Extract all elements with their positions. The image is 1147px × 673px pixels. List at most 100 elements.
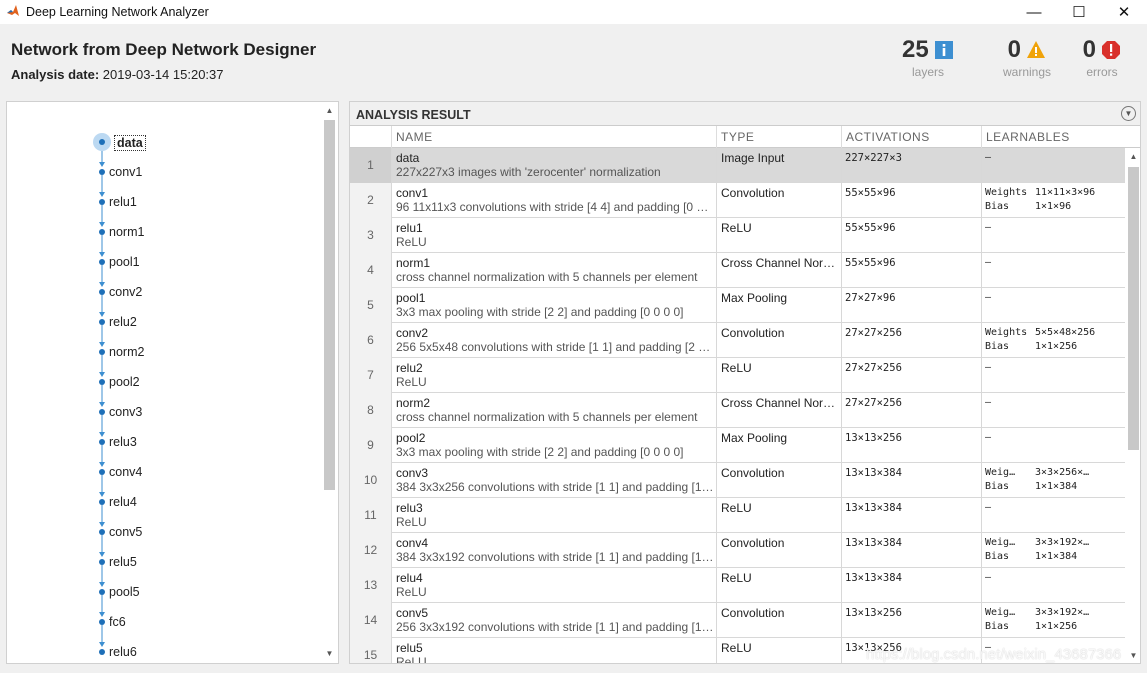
table-row[interactable]: 13 relu4 ReLU ReLU 13×13×384– <box>350 568 1125 603</box>
table-row[interactable]: 14 conv5 256 3x3x192 convolutions with str… <box>350 603 1125 638</box>
table-row[interactable]: 1 data 227x227x3 images with 'zerocenter' … <box>350 148 1125 183</box>
graph-node-conv2[interactable] <box>99 289 105 295</box>
graph-node-label-pool2[interactable]: pool2 <box>109 375 140 389</box>
minimize-button[interactable]: — <box>1011 0 1057 24</box>
graph-node-label-conv1[interactable]: conv1 <box>109 165 142 179</box>
graph-node-label-pool5[interactable]: pool5 <box>109 585 140 599</box>
graph-node-norm2[interactable] <box>99 349 105 355</box>
layer-name-cell: conv4 384 3x3x192 convolutions with strid… <box>391 533 716 568</box>
maximize-button[interactable]: ☐ <box>1056 0 1102 24</box>
column-header-name[interactable]: NAME <box>391 126 716 148</box>
layer-type: Convolution <box>716 533 841 568</box>
graph-node-conv1[interactable] <box>99 169 105 175</box>
info-icon <box>935 41 954 59</box>
network-graph[interactable] <box>7 102 317 664</box>
graph-node-label-relu5[interactable]: relu5 <box>109 555 137 569</box>
graph-node-label-fc6[interactable]: fc6 <box>109 615 126 629</box>
graph-node-pool1[interactable] <box>99 259 105 265</box>
table-scrollbar[interactable]: ▲ ▼ <box>1125 148 1140 663</box>
table-row[interactable]: 4 norm1 cross channel normalization with 5… <box>350 253 1125 288</box>
graph-node-relu3[interactable] <box>99 439 105 445</box>
graph-node-relu4[interactable] <box>99 499 105 505</box>
graph-node-label-relu1[interactable]: relu1 <box>109 195 137 209</box>
graph-node-relu6[interactable] <box>99 649 105 655</box>
layer-description: cross channel normalization with 5 chann… <box>396 270 698 284</box>
table-row[interactable]: 11 relu3 ReLU ReLU 13×13×384– <box>350 498 1125 533</box>
layer-description: 3x3 max pooling with stride [2 2] and pa… <box>396 445 684 459</box>
layer-type: Convolution <box>716 603 841 638</box>
graph-node-label-norm2[interactable]: norm2 <box>109 345 144 359</box>
matlab-logo-icon <box>7 5 19 16</box>
layer-type: Cross Channel Nor… <box>716 393 841 428</box>
row-index: 1 <box>350 148 391 183</box>
panel-title: ANALYSIS RESULT <box>356 108 471 122</box>
graph-node-conv4[interactable] <box>99 469 105 475</box>
graph-node-label-relu4[interactable]: relu4 <box>109 495 137 509</box>
graph-scrollbar[interactable]: ▲ ▼ <box>321 102 338 663</box>
table-row[interactable]: 3 relu1 ReLU ReLU 55×55×96– <box>350 218 1125 253</box>
graph-node-label-relu2[interactable]: relu2 <box>109 315 137 329</box>
close-button[interactable]: ✕ <box>1101 0 1147 24</box>
learnable-value: 1×1×256 <box>1035 621 1078 632</box>
layer-type: Cross Channel Nor… <box>716 253 841 288</box>
collapse-icon[interactable]: ▼ <box>1121 106 1136 121</box>
graph-node-pool5[interactable] <box>99 589 105 595</box>
graph-node-label-conv5[interactable]: conv5 <box>109 525 142 539</box>
scroll-up-icon[interactable]: ▲ <box>324 105 335 117</box>
table-row[interactable]: 6 conv2 256 5x5x48 convolutions with strid… <box>350 323 1125 358</box>
graph-node-label-relu6[interactable]: relu6 <box>109 645 137 659</box>
graph-node-relu1[interactable] <box>99 199 105 205</box>
graph-node-conv5[interactable] <box>99 529 105 535</box>
graph-node-label-relu3[interactable]: relu3 <box>109 435 137 449</box>
layer-description: 384 3x3x256 convolutions with stride [1 … <box>396 480 714 494</box>
graph-node-label-norm1[interactable]: norm1 <box>109 225 144 239</box>
learnable-value: 1×1×96 <box>1035 201 1072 212</box>
layer-name: norm1 <box>396 256 431 270</box>
graph-node-conv3[interactable] <box>99 409 105 415</box>
column-header-learnables[interactable]: LEARNABLES <box>981 126 1140 148</box>
graph-node-label-conv4[interactable]: conv4 <box>109 465 142 479</box>
graph-node-pool2[interactable] <box>99 379 105 385</box>
column-header-activations[interactable]: ACTIVATIONS <box>841 126 981 148</box>
learnable-key: Bias <box>985 341 1010 352</box>
network-graph-panel[interactable]: data conv1 relu1 norm1 pool1 conv2 relu2 norm2 p… <box>6 101 339 664</box>
table-row[interactable]: 8 norm2 cross channel normalization with 5… <box>350 393 1125 428</box>
learnable-key: – <box>985 257 992 268</box>
warnings-label: warnings <box>1002 65 1052 79</box>
table-scroll-thumb[interactable] <box>1128 167 1139 450</box>
learnable-value: 3×3×192×… <box>1035 537 1090 548</box>
layer-name-cell: conv5 256 3x3x192 convolutions with strid… <box>391 603 716 638</box>
table-row[interactable]: 7 relu2 ReLU ReLU 27×27×256– <box>350 358 1125 393</box>
row-index: 3 <box>350 218 391 253</box>
scroll-down-icon[interactable]: ▼ <box>1128 650 1139 662</box>
layer-name-cell: relu5 ReLU <box>391 638 716 663</box>
graph-node-data[interactable] <box>99 139 105 145</box>
scroll-up-icon[interactable]: ▲ <box>1128 151 1139 163</box>
graph-node-relu5[interactable] <box>99 559 105 565</box>
column-header-type[interactable]: TYPE <box>716 126 841 148</box>
table-row[interactable]: 10 conv3 384 3x3x256 convolutions with str… <box>350 463 1125 498</box>
layer-name: conv3 <box>396 466 429 480</box>
layer-name-cell: pool2 3x3 max pooling with stride [2 2] a… <box>391 428 716 463</box>
learnable-entry: – <box>985 571 1125 585</box>
graph-node-relu2[interactable] <box>99 319 105 325</box>
graph-scroll-thumb[interactable] <box>324 120 335 490</box>
scroll-down-icon[interactable]: ▼ <box>324 648 335 660</box>
layer-description: ReLU <box>396 235 427 249</box>
graph-node-label-conv2[interactable]: conv2 <box>109 285 142 299</box>
table-row[interactable]: 12 conv4 384 3x3x192 convolutions with str… <box>350 533 1125 568</box>
table-row[interactable]: 9 pool2 3x3 max pooling with stride [2 2] … <box>350 428 1125 463</box>
table-row[interactable]: 5 pool1 3x3 max pooling with stride [2 2] … <box>350 288 1125 323</box>
graph-node-label-data[interactable]: data <box>114 135 146 151</box>
layer-learnables: – <box>981 498 1125 533</box>
graph-node-label-conv3[interactable]: conv3 <box>109 405 142 419</box>
graph-node-fc6[interactable] <box>99 619 105 625</box>
learnable-value: 3×3×192×… <box>1035 607 1090 618</box>
watermark: https://blog.csdn.net/weixin_43687366 <box>866 646 1122 663</box>
column-header-index[interactable] <box>350 126 391 148</box>
graph-node-norm1[interactable] <box>99 229 105 235</box>
graph-edge-arrow <box>99 372 105 377</box>
layer-name-cell: data 227x227x3 images with 'zerocenter' n… <box>391 148 716 183</box>
table-row[interactable]: 2 conv1 96 11x11x3 convolutions with strid… <box>350 183 1125 218</box>
graph-node-label-pool1[interactable]: pool1 <box>109 255 140 269</box>
